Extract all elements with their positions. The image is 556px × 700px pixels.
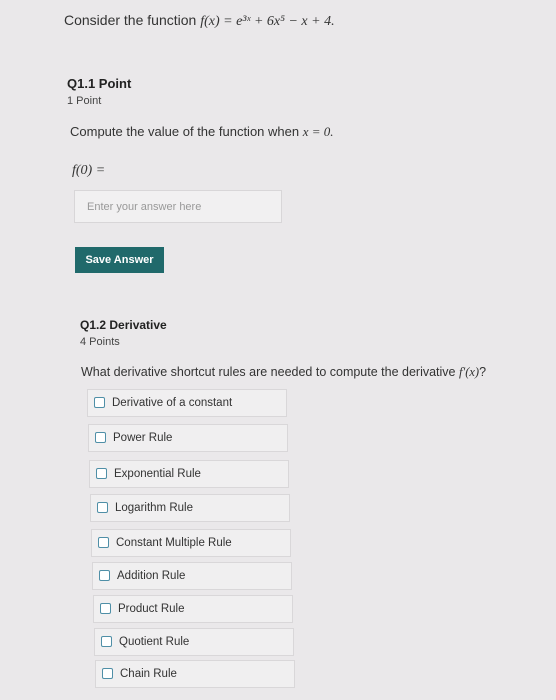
question-2-prompt-math: f′(x) (459, 365, 480, 379)
question-2-title: Q1.2 Derivative (80, 318, 167, 332)
checkbox-icon[interactable] (98, 537, 109, 548)
question-1-prompt-text: Compute the value of the function when (70, 124, 300, 139)
problem-statement: Consider the function f(x) = e³ˣ + 6x⁵ −… (64, 12, 335, 30)
intro-text: Consider the function (64, 12, 197, 28)
answer-label: f(0) = (72, 163, 106, 178)
checkbox-icon[interactable] (97, 502, 108, 513)
answer-input[interactable] (74, 190, 282, 223)
function-formula: f(x) = e³ˣ + 6x⁵ − x + 4. (200, 14, 335, 29)
option-label: Chain Rule (120, 668, 177, 680)
option-power-rule[interactable]: Power Rule (88, 424, 288, 452)
question-2-points: 4 Points (80, 336, 120, 348)
option-product-rule[interactable]: Product Rule (93, 595, 293, 623)
question-2-prompt: What derivative shortcut rules are neede… (81, 365, 486, 380)
question-1-prompt-math: x = 0. (302, 124, 334, 139)
save-answer-button[interactable]: Save Answer (75, 247, 164, 273)
question-1-title: Q1.1 Point (67, 76, 132, 91)
checkbox-icon[interactable] (94, 397, 105, 408)
option-quotient-rule[interactable]: Quotient Rule (94, 628, 294, 656)
option-label: Addition Rule (117, 570, 186, 582)
option-chain-rule[interactable]: Chain Rule (95, 660, 295, 688)
question-2-prompt-end: ? (479, 365, 487, 379)
option-label: Power Rule (113, 432, 173, 444)
checkbox-icon[interactable] (96, 468, 107, 479)
question-1-points: 1 Point (67, 95, 102, 107)
option-exponential-rule[interactable]: Exponential Rule (89, 460, 289, 488)
checkbox-icon[interactable] (102, 668, 113, 679)
option-logarithm-rule[interactable]: Logarithm Rule (90, 494, 290, 522)
option-label: Constant Multiple Rule (116, 537, 232, 549)
option-label: Exponential Rule (114, 468, 201, 480)
option-label: Product Rule (118, 603, 185, 615)
question-2-prompt-text: What derivative shortcut rules are neede… (81, 365, 456, 379)
checkbox-icon[interactable] (101, 636, 112, 647)
option-addition-rule[interactable]: Addition Rule (92, 562, 292, 590)
option-label: Quotient Rule (119, 636, 190, 648)
option-derivative-of-a-constant[interactable]: Derivative of a constant (87, 389, 287, 417)
checkbox-icon[interactable] (99, 570, 110, 581)
option-label: Logarithm Rule (115, 502, 193, 514)
checkbox-icon[interactable] (100, 603, 111, 614)
question-1-prompt: Compute the value of the function when x… (70, 124, 334, 140)
option-constant-multiple-rule[interactable]: Constant Multiple Rule (91, 529, 291, 557)
checkbox-icon[interactable] (95, 432, 106, 443)
option-label: Derivative of a constant (112, 397, 233, 409)
